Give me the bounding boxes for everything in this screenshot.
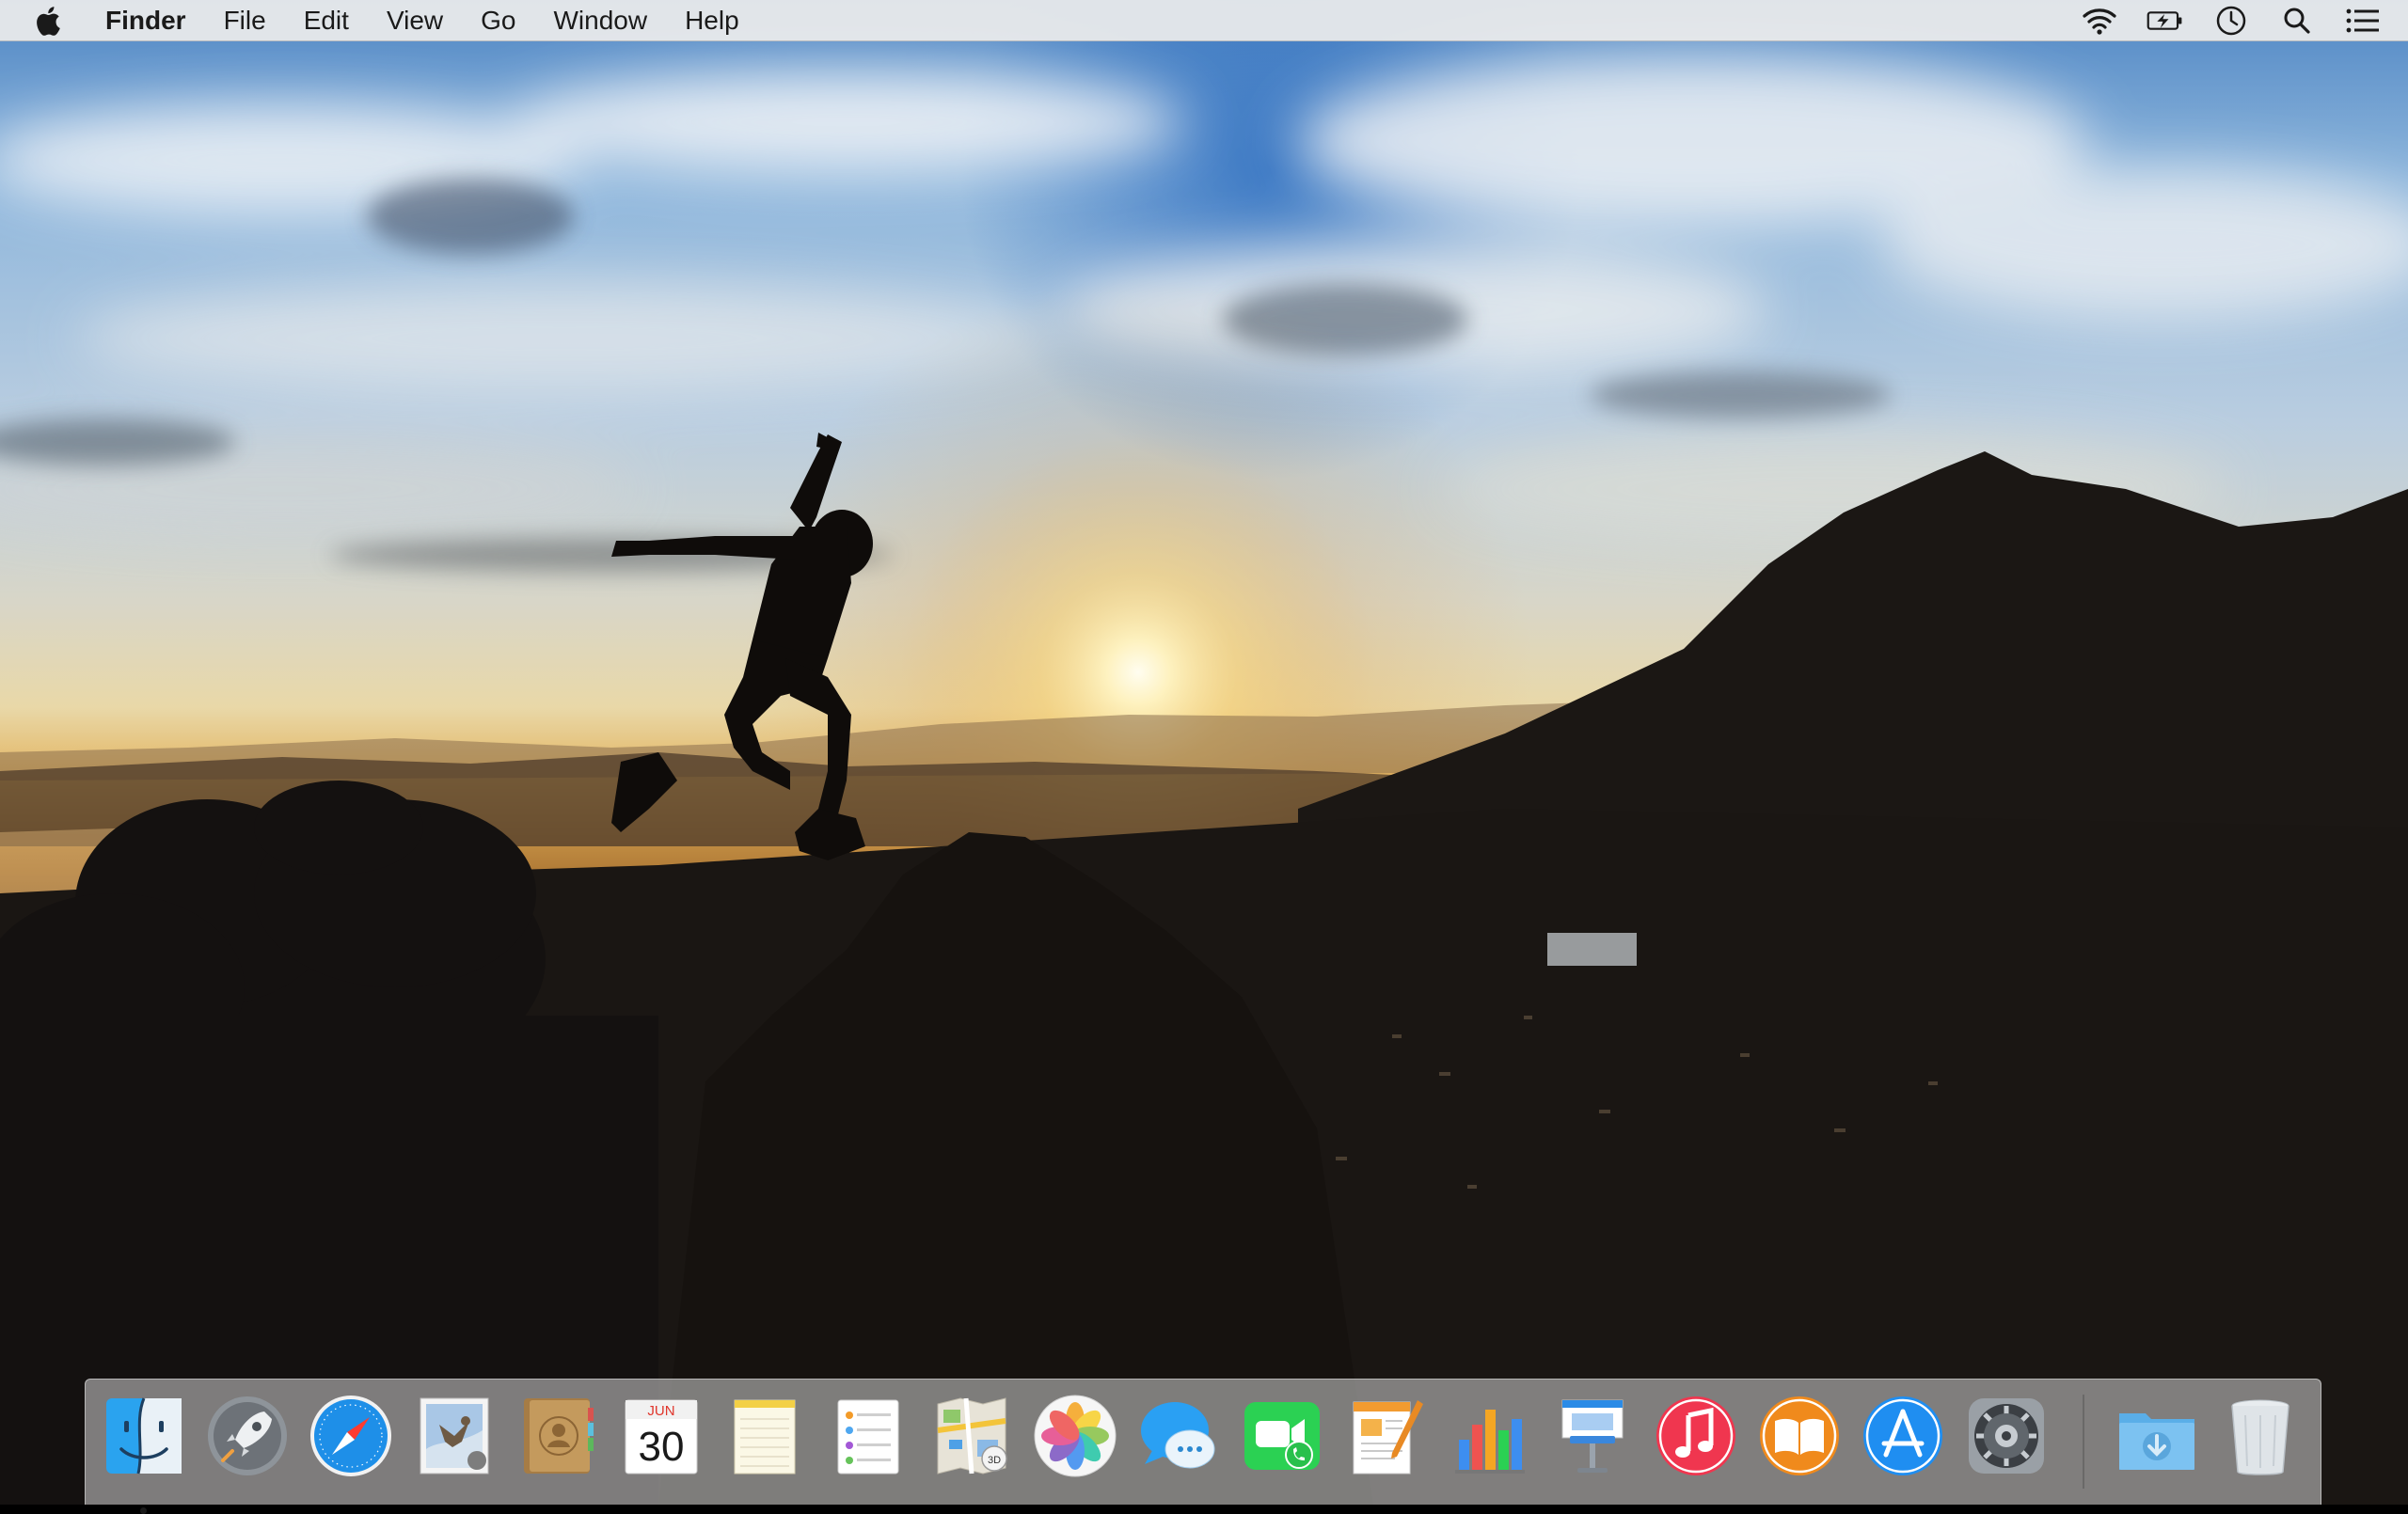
dock-notes[interactable] [721, 1393, 808, 1479]
clock-icon[interactable] [2212, 2, 2250, 39]
desktop-wallpaper [0, 0, 2408, 1505]
dock-mail[interactable] [411, 1393, 498, 1479]
menu-help[interactable]: Help [666, 0, 758, 41]
dock-trash[interactable] [2217, 1393, 2304, 1479]
menu-view[interactable]: View [368, 0, 462, 41]
notification-center-icon[interactable] [2344, 2, 2382, 39]
finder-icon [106, 1397, 182, 1475]
dock-calendar[interactable]: JUN 30 [618, 1393, 705, 1479]
app-store-icon [1863, 1396, 1942, 1475]
contacts-icon [524, 1398, 594, 1474]
trash-icon [2231, 1399, 2289, 1475]
dock-itunes[interactable] [1653, 1393, 1739, 1479]
menu-bar: Finder File Edit View Go Window Help [0, 0, 2408, 41]
menu-app-name[interactable]: Finder [105, 0, 205, 41]
keynote-icon [1561, 1399, 1624, 1473]
maps-3d-badge: 3D [988, 1455, 1001, 1466]
downloads-folder-icon [2119, 1413, 2194, 1470]
dock-system-preferences[interactable] [1963, 1393, 2050, 1479]
dock-contacts[interactable] [515, 1393, 601, 1479]
menu-go[interactable]: Go [462, 0, 534, 41]
calendar-month: JUN [647, 1403, 674, 1419]
itunes-icon [1656, 1396, 1735, 1475]
dock-ibooks[interactable] [1756, 1393, 1843, 1479]
battery-charging-icon[interactable] [2147, 2, 2184, 39]
dock-numbers[interactable] [1446, 1393, 1532, 1479]
numbers-icon [1455, 1410, 1525, 1474]
system-preferences-icon [1969, 1398, 2044, 1474]
mail-icon [420, 1397, 489, 1475]
dock: JUN 30 3D [85, 1379, 2321, 1514]
dock-messages[interactable] [1135, 1393, 1222, 1479]
photos-icon [1034, 1395, 1117, 1477]
dock-finder[interactable] [101, 1393, 187, 1514]
pages-icon [1353, 1400, 1423, 1475]
dock-pages[interactable] [1342, 1393, 1429, 1479]
dock-app-store[interactable] [1860, 1393, 1946, 1479]
ibooks-icon [1760, 1396, 1839, 1475]
menu-file[interactable]: File [205, 0, 285, 41]
menu-window[interactable]: Window [534, 0, 666, 41]
calendar-day: 30 [639, 1424, 685, 1470]
dock-safari[interactable] [308, 1393, 394, 1479]
calendar-icon: JUN 30 [625, 1399, 698, 1475]
dock-downloads[interactable] [2114, 1393, 2200, 1479]
messages-icon [1141, 1402, 1215, 1469]
dock-keynote[interactable] [1549, 1393, 1636, 1479]
safari-icon [310, 1396, 391, 1476]
launchpad-icon [208, 1396, 287, 1475]
dock-maps[interactable]: 3D [928, 1393, 1015, 1479]
maps-icon: 3D [937, 1397, 1007, 1475]
spotlight-search-icon[interactable] [2278, 2, 2316, 39]
dock-facetime[interactable] [1239, 1393, 1325, 1479]
menu-edit[interactable]: Edit [285, 0, 368, 41]
wifi-icon[interactable] [2081, 2, 2118, 39]
facetime-icon [1244, 1402, 1320, 1470]
dock-reminders[interactable] [825, 1393, 911, 1479]
notes-icon [734, 1399, 796, 1475]
dock-photos[interactable] [1032, 1393, 1118, 1479]
reminders-icon [837, 1399, 899, 1475]
running-indicator [140, 1507, 147, 1514]
dock-launchpad[interactable] [204, 1393, 291, 1479]
apple-menu-icon[interactable] [36, 4, 64, 38]
dock-separator [2083, 1395, 2084, 1489]
